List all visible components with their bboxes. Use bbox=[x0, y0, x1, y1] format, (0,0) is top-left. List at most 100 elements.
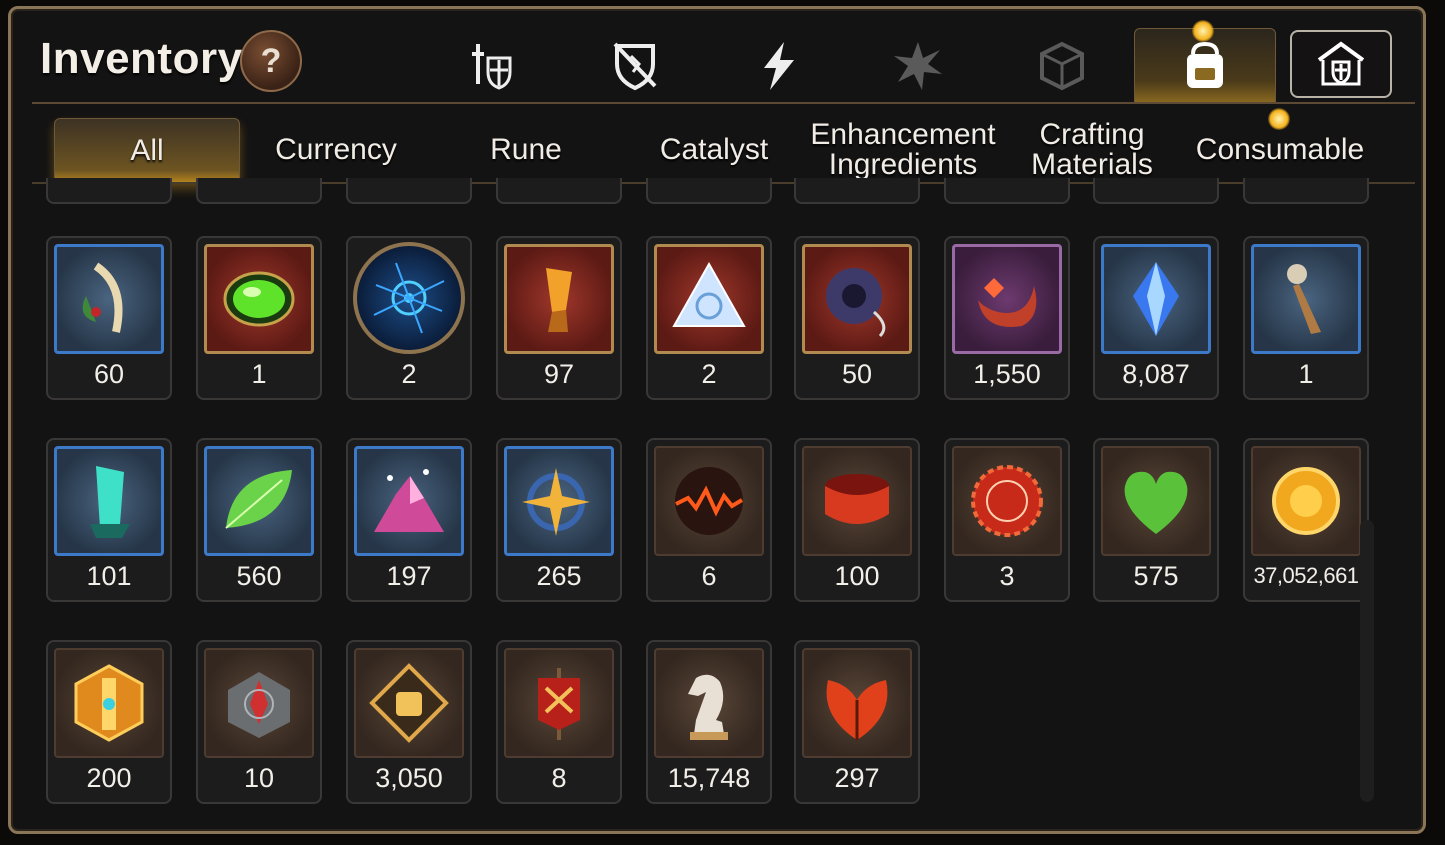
frame-corner bbox=[1409, 9, 1423, 23]
stone-compass-icon bbox=[228, 672, 290, 738]
item-slot[interactable]: 60 bbox=[46, 236, 172, 400]
backpack-icon bbox=[1187, 41, 1223, 88]
item-icon-frame bbox=[802, 446, 912, 556]
tab-catalyst[interactable]: Catalyst bbox=[624, 118, 804, 182]
tab-equipment[interactable] bbox=[440, 30, 540, 102]
item-slot[interactable]: 265 bbox=[496, 438, 622, 602]
castle-shield-icon bbox=[1317, 41, 1365, 86]
item-count: 60 bbox=[93, 359, 125, 389]
item-slot[interactable]: 197 bbox=[346, 438, 472, 602]
item-slot[interactable]: 100 bbox=[794, 438, 920, 602]
tab-all[interactable]: All bbox=[54, 118, 240, 183]
star-compass-icon bbox=[522, 468, 590, 536]
item-icon-frame bbox=[952, 244, 1062, 354]
tab-rune[interactable]: Rune bbox=[436, 118, 616, 182]
item-slot[interactable] bbox=[1093, 178, 1219, 204]
item-count: 197 bbox=[386, 561, 432, 591]
item-slot[interactable]: 101 bbox=[46, 438, 172, 602]
gold-emblem-icon bbox=[74, 664, 144, 742]
tab-guild-storage[interactable] bbox=[1290, 30, 1392, 98]
tab-enhancement-ingredients[interactable]: Enhancement Ingredients bbox=[808, 118, 998, 182]
item-slot[interactable] bbox=[944, 178, 1070, 204]
tab-boxes[interactable] bbox=[1012, 30, 1112, 102]
item-slot[interactable]: 37,052,661 bbox=[1243, 438, 1369, 602]
item-count: 1,550 bbox=[973, 359, 1041, 389]
item-slot[interactable] bbox=[646, 178, 772, 204]
item-slot[interactable]: 15,748 bbox=[646, 640, 772, 804]
item-count: 37,052,661 bbox=[1253, 563, 1359, 588]
item-slot[interactable]: 1,550 bbox=[944, 236, 1070, 400]
item-icon-frame bbox=[353, 242, 465, 354]
item-slot[interactable]: 3 bbox=[944, 438, 1070, 602]
tab-broken-gear[interactable] bbox=[585, 30, 685, 102]
item-slot[interactable] bbox=[196, 178, 322, 204]
notification-dot bbox=[1192, 20, 1214, 42]
item-icon-frame bbox=[654, 244, 764, 354]
item-slot[interactable]: 8 bbox=[496, 640, 622, 804]
chess-knight-icon bbox=[688, 674, 728, 740]
item-count: 1 bbox=[251, 359, 267, 389]
item-icon-frame bbox=[54, 648, 164, 758]
header-divider bbox=[32, 102, 1415, 104]
blue-rune-disc-icon bbox=[373, 262, 445, 334]
tab-effects[interactable] bbox=[868, 30, 968, 102]
green-heart-icon bbox=[1124, 471, 1188, 534]
item-count: 15,748 bbox=[667, 763, 751, 793]
item-icon-frame bbox=[1101, 244, 1211, 354]
item-icon-frame bbox=[654, 446, 764, 556]
scrollbar[interactable] bbox=[1360, 520, 1374, 802]
green-orb-icon bbox=[223, 271, 295, 327]
tab-currency[interactable]: Currency bbox=[246, 118, 426, 182]
tab-crafting-materials[interactable]: Crafting Materials bbox=[1006, 118, 1178, 182]
pink-crystal-pile-icon bbox=[374, 469, 444, 532]
item-count: 1 bbox=[1298, 359, 1314, 389]
item-slot[interactable]: 560 bbox=[196, 438, 322, 602]
help-button[interactable]: ? bbox=[240, 30, 302, 92]
item-count: 200 bbox=[86, 763, 132, 793]
item-slot[interactable]: 50 bbox=[794, 236, 920, 400]
item-count: 265 bbox=[536, 561, 582, 591]
item-slot[interactable]: 8,087 bbox=[1093, 236, 1219, 400]
item-icon-frame bbox=[54, 244, 164, 354]
item-slot[interactable] bbox=[46, 178, 172, 204]
item-slot[interactable] bbox=[346, 178, 472, 204]
red-banner-icon bbox=[538, 668, 580, 740]
item-slot[interactable]: 575 bbox=[1093, 438, 1219, 602]
red-leaf-icon bbox=[826, 680, 888, 740]
frame-corner bbox=[11, 817, 25, 831]
item-slot[interactable]: 1 bbox=[1243, 236, 1369, 400]
item-slot[interactable]: 200 bbox=[46, 640, 172, 804]
gold-coin-icon bbox=[1272, 467, 1340, 535]
item-slot[interactable]: 297 bbox=[794, 640, 920, 804]
burst-icon bbox=[894, 42, 942, 90]
item-slot[interactable]: 2 bbox=[646, 236, 772, 400]
item-slot[interactable] bbox=[794, 178, 920, 204]
item-slot[interactable]: 2 bbox=[346, 236, 472, 400]
item-icon-frame bbox=[354, 446, 464, 556]
triangle-sigil-icon bbox=[672, 261, 746, 327]
item-slot[interactable]: 10 bbox=[196, 640, 322, 804]
lightning-icon bbox=[764, 42, 794, 90]
tab-skills[interactable] bbox=[728, 30, 828, 102]
item-slot[interactable]: 97 bbox=[496, 236, 622, 400]
cube-icon bbox=[1040, 41, 1084, 91]
item-icon-frame bbox=[204, 244, 314, 354]
item-slot[interactable] bbox=[496, 178, 622, 204]
sword-shield-icon bbox=[472, 44, 512, 90]
frame-corner bbox=[11, 9, 25, 23]
item-count: 575 bbox=[1133, 561, 1179, 591]
item-icon-frame bbox=[504, 446, 614, 556]
gold-crystal-icon bbox=[546, 268, 572, 332]
item-count: 6 bbox=[701, 561, 717, 591]
item-count: 297 bbox=[834, 763, 880, 793]
item-slot[interactable] bbox=[1243, 178, 1369, 204]
item-count: 3 bbox=[999, 561, 1015, 591]
item-count: 8,087 bbox=[1122, 359, 1190, 389]
frame-corner bbox=[1409, 817, 1423, 831]
item-count: 560 bbox=[236, 561, 282, 591]
item-slot[interactable]: 6 bbox=[646, 438, 772, 602]
item-slot[interactable]: 3,050 bbox=[346, 640, 472, 804]
item-count: 8 bbox=[551, 763, 567, 793]
item-slot[interactable]: 1 bbox=[196, 236, 322, 400]
red-seal-icon bbox=[971, 465, 1043, 537]
